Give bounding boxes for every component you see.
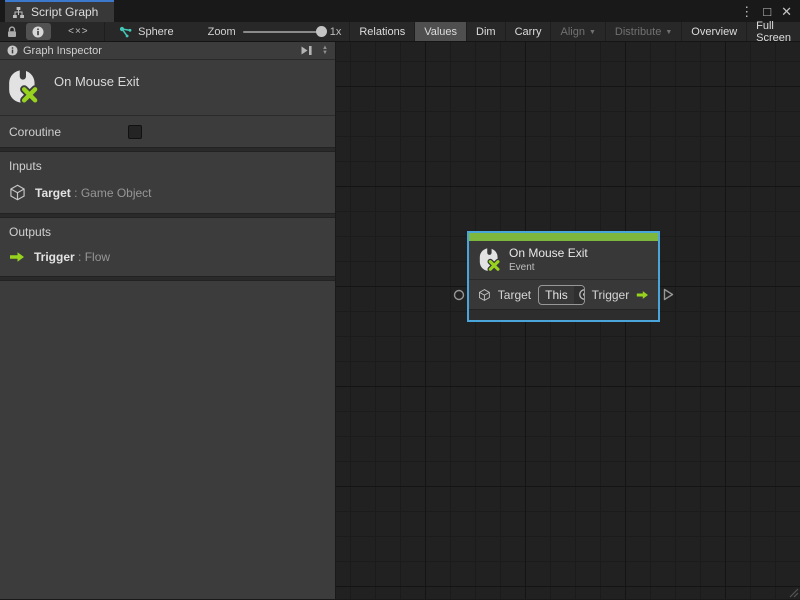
dropdown-arrow-icon: ▼ xyxy=(589,29,596,36)
outputs-section: Outputs Trigger : Flow xyxy=(0,218,335,276)
dock-icon[interactable] xyxy=(300,45,313,56)
on-mouse-exit-node[interactable]: On Mouse Exit Event Target This xyxy=(467,231,660,322)
node-subtitle: Event xyxy=(509,262,588,273)
code-icon: <×> xyxy=(68,26,89,37)
inspected-unit-header: On Mouse Exit xyxy=(0,60,335,115)
flow-arrow-icon xyxy=(636,289,649,301)
inspector-spinner[interactable]: ▲ ▼ xyxy=(318,46,332,56)
inputs-heading: Inputs xyxy=(9,159,326,173)
lock-button[interactable] xyxy=(0,22,24,41)
mouse-exit-icon xyxy=(8,69,38,105)
carry-button[interactable]: Carry xyxy=(505,22,551,41)
mouse-exit-icon xyxy=(479,247,500,273)
node-input-connection-port[interactable] xyxy=(453,289,465,301)
node-header[interactable]: On Mouse Exit Event xyxy=(469,241,658,279)
toolbar-buttons: Relations Values Dim Carry Align ▼ Distr… xyxy=(349,22,800,41)
tab-script-graph[interactable]: Script Graph xyxy=(5,0,114,22)
cube-icon xyxy=(478,287,491,303)
dropdown-arrow-icon: ▼ xyxy=(665,29,672,36)
flow-arrow-icon xyxy=(9,251,25,263)
distribute-dropdown[interactable]: Distribute ▼ xyxy=(605,22,681,41)
node-port-row: Target This Trigger xyxy=(469,279,658,309)
zoom-value: 1x xyxy=(330,26,342,38)
node-output-connection-port[interactable] xyxy=(663,288,674,301)
graph-asset-button[interactable]: Sphere xyxy=(105,22,185,41)
graph-canvas[interactable]: On Mouse Exit Event Target This xyxy=(336,42,800,599)
zoom-slider[interactable] xyxy=(243,31,323,33)
output-port-row: Trigger : Flow xyxy=(9,250,326,264)
tab-label: Script Graph xyxy=(31,5,98,19)
output-type: Flow xyxy=(85,250,110,264)
zoom-slider-thumb[interactable] xyxy=(316,26,327,37)
window-tabbar: Script Graph ⋮ □ ✕ xyxy=(0,0,800,22)
relations-button[interactable]: Relations xyxy=(349,22,414,41)
inputs-section: Inputs Target : Game Object xyxy=(0,152,335,213)
coroutine-label: Coroutine xyxy=(9,125,128,139)
inspector-header: Graph Inspector ▲ ▼ xyxy=(0,42,335,60)
target-value: This xyxy=(539,288,574,302)
output-port-triangle-icon xyxy=(663,288,674,301)
values-button[interactable]: Values xyxy=(414,22,466,41)
info-icon xyxy=(7,45,18,56)
overview-button[interactable]: Overview xyxy=(681,22,746,41)
menu-icon[interactable]: ⋮ xyxy=(740,5,753,18)
object-picker-button[interactable] xyxy=(574,286,585,304)
unit-title: On Mouse Exit xyxy=(54,74,139,89)
zoom-control: Zoom 1x xyxy=(186,22,350,41)
graph-name-label: Sphere xyxy=(138,26,173,38)
graph-toolbar: <×> Sphere Zoom 1x Relations Values Dim … xyxy=(0,22,800,42)
outputs-heading: Outputs xyxy=(9,225,326,239)
input-type: Game Object xyxy=(81,186,152,200)
info-toggle-button[interactable] xyxy=(26,23,50,40)
info-icon xyxy=(32,26,44,38)
zoom-label: Zoom xyxy=(208,26,236,38)
event-accent-bar xyxy=(469,233,658,241)
input-name: Target xyxy=(35,186,71,200)
input-port-row: Target : Game Object xyxy=(9,184,326,201)
target-value-field[interactable]: This xyxy=(538,285,584,305)
input-port-circle-icon xyxy=(453,289,465,301)
align-dropdown[interactable]: Align ▼ xyxy=(550,22,604,41)
code-reference-button[interactable]: <×> xyxy=(53,22,105,41)
coroutine-checkbox[interactable] xyxy=(128,125,142,139)
coroutine-row: Coroutine xyxy=(0,116,335,147)
fullscreen-button[interactable]: Full Screen xyxy=(746,22,800,41)
node-footer xyxy=(469,309,658,320)
dim-button[interactable]: Dim xyxy=(466,22,505,41)
trigger-port-label: Trigger xyxy=(592,288,630,302)
script-graph-window-icon xyxy=(12,6,25,19)
target-port-label: Target xyxy=(498,288,531,302)
spin-down-icon[interactable]: ▼ xyxy=(322,51,328,56)
inspector-title: Graph Inspector xyxy=(23,45,295,57)
maximize-icon[interactable]: □ xyxy=(763,5,771,18)
node-title: On Mouse Exit xyxy=(509,246,588,260)
object-picker-icon xyxy=(578,288,585,301)
resize-grip[interactable] xyxy=(789,588,799,598)
output-name: Trigger xyxy=(34,250,75,264)
cube-icon xyxy=(9,184,26,201)
inspector-empty-area xyxy=(0,281,335,599)
script-graph-asset-icon xyxy=(119,26,132,38)
lock-icon xyxy=(7,26,17,38)
graph-inspector-panel: Graph Inspector ▲ ▼ xyxy=(0,42,336,599)
close-icon[interactable]: ✕ xyxy=(781,5,792,18)
